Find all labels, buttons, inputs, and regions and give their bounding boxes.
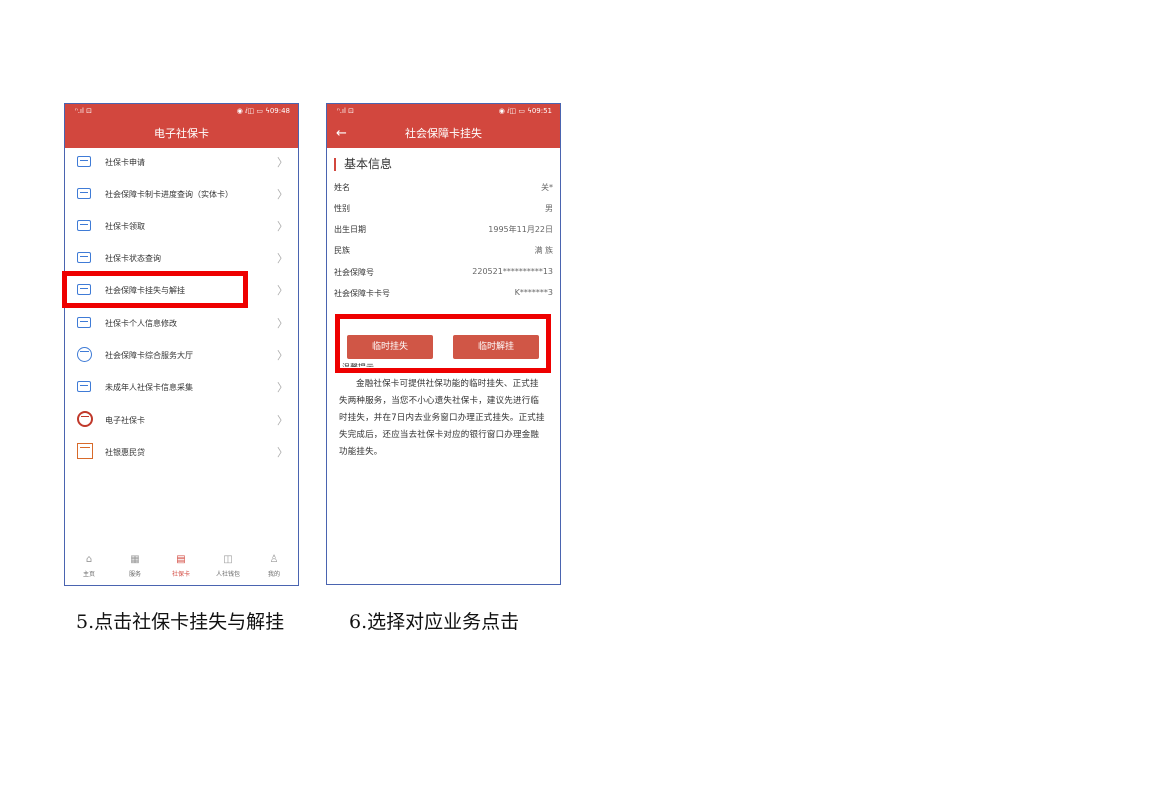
chevron-right-icon: 〉 [277, 188, 288, 201]
tab-label: 社保卡 [171, 571, 190, 578]
info-row-ss-number: 社会保障号 220521**********13 [334, 265, 553, 285]
chevron-right-icon: 〉 [277, 317, 288, 330]
phone-screen-card-menu: ⁿ.ıl ⊡ ◉ ⅈ◫ ▭ ϟ09:48 电子社保卡 社保卡申请 〉 社会保障卡… [64, 103, 299, 586]
highlight-box-buttons [335, 314, 551, 373]
menu-item-card-progress[interactable]: 社会保障卡制卡进度查询（实体卡） 〉 [65, 179, 298, 211]
info-value: 满 族 [534, 246, 553, 255]
tip-body: 金融社保卡可提供社保功能的临时挂失、正式挂失两种服务，当您不小心遗失社保卡，建议… [339, 379, 545, 457]
wallet-icon: ◫ [223, 554, 233, 565]
info-value: 男 [545, 204, 553, 213]
info-row-gender: 性别 男 [334, 201, 553, 221]
card-edit-icon [77, 317, 91, 328]
info-key: 出生日期 [334, 225, 366, 234]
chevron-right-icon: 〉 [277, 349, 288, 362]
caption-step5: 5.点击社保卡挂失与解挂 [76, 611, 285, 633]
card-pickup-icon [77, 220, 91, 231]
service-hall-icon [77, 347, 92, 362]
chevron-right-icon: 〉 [277, 252, 288, 265]
status-bar: ⁿ.ıl ⊡ ◉ ⅈ◫ ▭ ϟ09:51 [327, 104, 560, 120]
info-key: 社会保障号 [334, 268, 374, 277]
grid-icon: ▦ [130, 554, 140, 565]
tab-wallet[interactable]: ◫ 人社钱包 [208, 553, 248, 578]
tab-service[interactable]: ▦ 服务 [115, 553, 155, 578]
home-icon: ⌂ [85, 554, 93, 565]
menu-item-label: 社银惠民贷 [105, 448, 145, 457]
back-arrow-icon[interactable]: ← [336, 120, 347, 148]
info-row-card-number: 社会保障卡卡号 K*******3 [334, 286, 553, 306]
status-time: ◉ ⅈ◫ ▭ ϟ09:51 [498, 107, 552, 115]
menu-item-card-edit[interactable]: 社保卡个人信息修改 〉 [65, 308, 298, 340]
info-row-name: 姓名 关* [334, 180, 553, 200]
bottom-tab-bar: ⌂ 主页 ▦ 服务 ▤ 社保卡 ◫ 人社钱包 ♙ 我的 [65, 549, 298, 585]
menu-item-label: 社保卡申请 [105, 158, 145, 167]
chevron-right-icon: 〉 [277, 220, 288, 233]
info-value: 220521**********13 [472, 267, 553, 276]
tab-social-card[interactable]: ▤ 社保卡 [161, 553, 201, 578]
section-title: 基本信息 [334, 158, 392, 171]
tab-mine[interactable]: ♙ 我的 [254, 553, 294, 578]
signal-icon: ⁿ.ıl ⊡ [75, 107, 92, 115]
menu-item-label: 社保卡状态查询 [105, 254, 161, 263]
info-key: 性别 [334, 204, 350, 213]
chevron-right-icon: 〉 [277, 414, 288, 427]
info-row-birthdate: 出生日期 1995年11月22日 [334, 222, 553, 242]
menu-item-label: 社会保障卡制卡进度查询（实体卡） [105, 190, 233, 199]
tab-label: 主页 [82, 571, 95, 578]
info-value: 1995年11月22日 [488, 225, 553, 234]
caption-step6: 6.选择对应业务点击 [349, 611, 520, 633]
loan-icon [77, 443, 93, 459]
menu-item-label: 社会保障卡综合服务大厅 [105, 351, 193, 360]
info-key: 社会保障卡卡号 [334, 289, 390, 298]
info-key: 民族 [334, 246, 350, 255]
card-status-icon [77, 252, 91, 263]
page-title: ← 社会保障卡挂失 [327, 120, 560, 148]
e-card-seal-icon [77, 411, 93, 427]
menu-item-card-apply[interactable]: 社保卡申请 〉 [65, 147, 298, 179]
menu-item-label: 电子社保卡 [105, 416, 145, 425]
highlight-box-menu [62, 271, 248, 308]
info-value: 关* [541, 183, 553, 192]
card-icon [77, 156, 91, 167]
info-value: K*******3 [514, 288, 553, 297]
menu-item-minor-card[interactable]: 未成年人社保卡信息采集 〉 [65, 372, 298, 404]
chevron-right-icon: 〉 [277, 284, 288, 297]
minor-card-icon [77, 381, 91, 392]
chevron-right-icon: 〉 [277, 381, 288, 394]
tab-home[interactable]: ⌂ 主页 [69, 553, 109, 578]
tab-label: 服务 [128, 571, 141, 578]
info-key: 姓名 [334, 183, 350, 192]
menu-item-label: 社保卡个人信息修改 [105, 319, 177, 328]
chevron-right-icon: 〉 [277, 446, 288, 459]
info-row-ethnicity: 民族 满 族 [334, 243, 553, 263]
menu-item-label: 社保卡领取 [105, 222, 145, 231]
tab-label: 人社钱包 [215, 571, 240, 578]
user-icon: ♙ [269, 554, 279, 565]
chevron-right-icon: 〉 [277, 156, 288, 169]
signal-icon: ⁿ.ıl ⊡ [337, 107, 354, 115]
menu-item-service-hall[interactable]: 社会保障卡综合服务大厅 〉 [65, 340, 298, 372]
page-title: 电子社保卡 [65, 120, 298, 148]
status-bar: ⁿ.ıl ⊡ ◉ ⅈ◫ ▭ ϟ09:48 [65, 104, 298, 120]
menu-item-loan[interactable]: 社银惠民贷 〉 [65, 437, 298, 469]
menu-item-e-card[interactable]: 电子社保卡 〉 [65, 405, 298, 437]
status-time: ◉ ⅈ◫ ▭ ϟ09:48 [236, 107, 290, 115]
card-tab-icon: ▤ [176, 554, 186, 565]
menu-item-label: 未成年人社保卡信息采集 [105, 383, 193, 392]
page-title-text: 社会保障卡挂失 [405, 127, 482, 140]
card-progress-icon [77, 188, 91, 199]
menu-item-card-pickup[interactable]: 社保卡领取 〉 [65, 211, 298, 243]
tab-label: 我的 [267, 571, 280, 578]
page-title-text: 电子社保卡 [154, 127, 209, 140]
